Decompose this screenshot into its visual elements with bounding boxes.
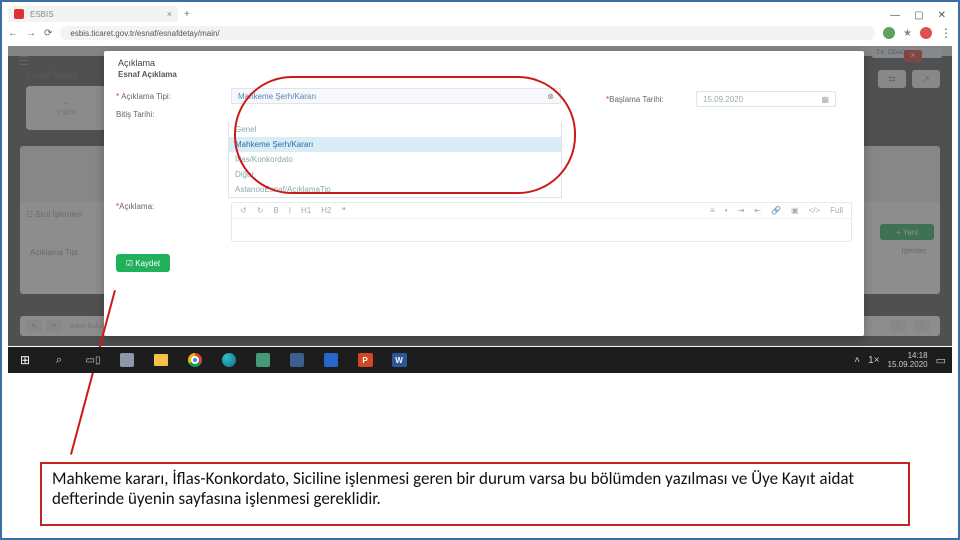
address-row: ← → ⟳ esbis.ticaret.gov.tr/esnaf/esnafde…: [8, 24, 952, 42]
browser-menu-icon[interactable]: ⋮: [940, 26, 952, 40]
annotation-note: Mahkeme kararı, İflas-Konkordato, Sicili…: [40, 462, 910, 526]
tray-up-icon[interactable]: ˄: [854, 355, 860, 366]
notification-icon[interactable]: ▭: [936, 354, 946, 367]
powerpoint-icon[interactable]: P: [358, 353, 373, 367]
italic-button[interactable]: I: [289, 206, 291, 215]
rich-text-editor[interactable]: ↺ ↻ B I H1 H2 ❝ ≡ • ⇥ ⇤ 🔗 ▣ </: [231, 202, 852, 242]
bold-button[interactable]: B: [273, 206, 278, 215]
edge-icon[interactable]: [222, 353, 236, 367]
tab-title: ESBIS: [30, 10, 54, 19]
network-icon[interactable]: 1×: [868, 355, 879, 366]
taskbar-app-icon[interactable]: [324, 353, 338, 367]
address-bar[interactable]: esbis.ticaret.gov.tr/esnaf/esnafdetay/ma…: [60, 26, 875, 40]
field-label: Açıklama:: [119, 202, 154, 211]
indent-icon[interactable]: ⇥: [738, 206, 745, 215]
word-icon[interactable]: W: [392, 353, 407, 367]
window-close-icon[interactable]: ✕: [938, 10, 946, 21]
save-button[interactable]: ☑ Kaydet: [116, 254, 170, 272]
taskbar-app-icon[interactable]: [120, 353, 134, 367]
date-text: 15.09.2020: [888, 360, 928, 369]
ul-icon[interactable]: •: [725, 206, 728, 215]
fullscreen-button[interactable]: Full: [830, 206, 843, 215]
new-tab-button[interactable]: +: [184, 9, 190, 20]
dropdown-option[interactable]: İflas/Konkordato: [229, 152, 561, 167]
redo-icon[interactable]: ↻: [257, 206, 264, 215]
modal-dialog: Açıklama Esnaf Açıklama *Açıklama Tipi: …: [104, 51, 864, 336]
chrome-icon[interactable]: [188, 353, 202, 367]
tab-strip: ESBIS × +: [8, 6, 952, 22]
taskbar-app-icon[interactable]: [256, 353, 270, 367]
window-maximize-icon[interactable]: ▢: [914, 10, 923, 21]
browser-tab[interactable]: ESBIS ×: [8, 6, 178, 22]
browser-chrome: ESBIS × + ← → ⟳ esbis.ticaret.gov.tr/esn…: [8, 6, 952, 40]
quote-icon[interactable]: ❝: [341, 206, 345, 215]
clock[interactable]: 14:18 15.09.2020: [888, 351, 928, 369]
search-icon[interactable]: ⌕: [56, 354, 62, 367]
windows-taskbar: ⊞ ⌕ ▭▯ P W ˄ 1× 14:18 15.09.2020 ▭: [8, 347, 952, 373]
code-icon[interactable]: </>: [809, 206, 821, 215]
time-text: 14:18: [888, 351, 928, 360]
dropdown-option[interactable]: Diğer: [229, 167, 561, 182]
nav-back-icon[interactable]: ←: [8, 28, 18, 39]
dropdown-option[interactable]: Mahkeme Şerh/Kararı: [229, 137, 561, 152]
field-label: Bitiş Tarihi:: [116, 110, 155, 119]
link-icon[interactable]: 🔗: [771, 206, 781, 215]
chevron-down-icon: ⊗: [547, 92, 554, 101]
start-icon[interactable]: ⊞: [20, 353, 30, 367]
app-viewport: ☰ T.K. ODACI × Esnaf Detay ⇆ ↗ + Yükle ☷…: [8, 46, 952, 346]
extension-icon[interactable]: [883, 27, 895, 39]
start-date-input[interactable]: 15.09.2020 ▦: [696, 91, 836, 107]
type-select[interactable]: Mahkeme Şerh/Kararı ⊗: [231, 88, 561, 104]
h1-button[interactable]: H1: [301, 206, 311, 215]
field-label: Açıklama Tipi:: [121, 92, 171, 101]
extension-icon[interactable]: ★: [903, 28, 912, 39]
nav-reload-icon[interactable]: ⟳: [44, 28, 52, 39]
modal-subtitle: Esnaf Açıklama: [104, 68, 864, 85]
dropdown-option[interactable]: AstanooEsnaf/AçıklamaTip: [229, 182, 561, 197]
dropdown-option[interactable]: Genel: [229, 122, 561, 137]
h2-button[interactable]: H2: [321, 206, 331, 215]
profile-avatar[interactable]: [920, 27, 932, 39]
type-dropdown: Genel Mahkeme Şerh/Kararı İflas/Konkorda…: [228, 122, 562, 198]
tab-close-icon[interactable]: ×: [167, 9, 172, 19]
file-explorer-icon[interactable]: [154, 354, 168, 366]
taskbar-app-icon[interactable]: [290, 353, 304, 367]
taskview-icon[interactable]: ▭▯: [86, 355, 101, 366]
undo-icon[interactable]: ↺: [240, 206, 247, 215]
date-value: 15.09.2020: [703, 95, 743, 104]
modal-title: Açıklama: [104, 51, 864, 68]
select-value: Mahkeme Şerh/Kararı: [238, 92, 316, 101]
nav-forward-icon[interactable]: →: [26, 28, 36, 39]
field-label: Başlama Tarihi:: [609, 95, 664, 104]
favicon: [14, 9, 24, 19]
outdent-icon[interactable]: ⇤: [754, 206, 761, 215]
ol-icon[interactable]: ≡: [710, 206, 715, 215]
window-minimize-icon[interactable]: —: [890, 10, 900, 21]
calendar-icon: ▦: [821, 95, 829, 104]
image-icon[interactable]: ▣: [791, 206, 799, 215]
